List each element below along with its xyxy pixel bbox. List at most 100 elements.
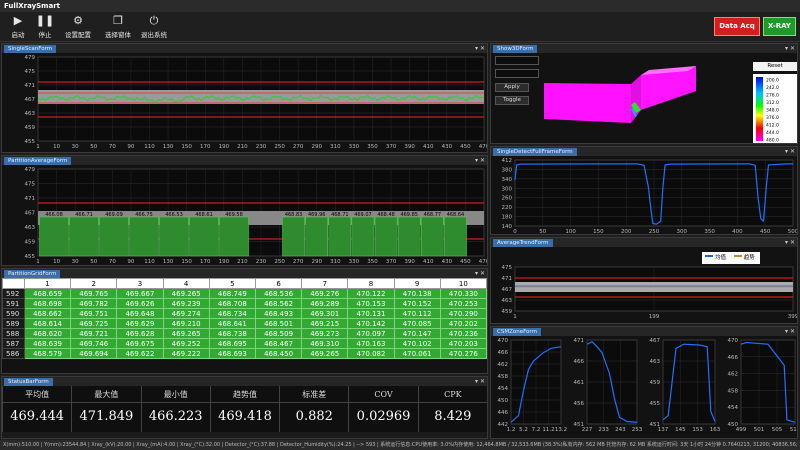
grid-column-header[interactable]: 8 bbox=[347, 278, 395, 289]
grid-cell[interactable]: 468.501 bbox=[254, 318, 303, 329]
grid-cell[interactable]: 469.746 bbox=[70, 338, 118, 349]
grid-column-header[interactable]: 2 bbox=[70, 278, 118, 289]
settings-button[interactable]: ⚙ 设置配置 bbox=[58, 13, 98, 41]
grid-cell[interactable]: 470.102 bbox=[393, 338, 441, 349]
grid-cell[interactable]: 470.276 bbox=[439, 348, 487, 359]
grid-cell[interactable]: 468.695 bbox=[208, 338, 256, 349]
grid-cell[interactable]: 469.721 bbox=[70, 328, 118, 339]
grid-cell[interactable]: 469.215 bbox=[301, 318, 349, 329]
panel-tab[interactable]: PartitionGridForm bbox=[4, 270, 61, 278]
grid-column-header[interactable]: 5 bbox=[208, 278, 256, 289]
panel-controls[interactable]: ▾ ✕ bbox=[785, 44, 795, 53]
table-row[interactable]: 586 468.579 469.694 469.622 469.222 468.693 46… bbox=[2, 348, 487, 359]
grid-cell[interactable]: 470.203 bbox=[439, 338, 487, 349]
grid-column-header[interactable]: 7 bbox=[301, 278, 349, 289]
grid-cell[interactable]: 470.085 bbox=[393, 318, 441, 329]
grid-cell[interactable]: 469.265 bbox=[301, 348, 349, 359]
grid-cell[interactable]: 468.509 bbox=[254, 328, 303, 339]
grid-cell[interactable]: 470.163 bbox=[347, 338, 395, 349]
grid-cell[interactable]: 468.708 bbox=[208, 298, 256, 309]
xray-button[interactable]: X-RAY bbox=[763, 17, 796, 36]
grid-cell[interactable]: 468.562 bbox=[254, 298, 303, 309]
grid-cell[interactable]: 469.622 bbox=[116, 348, 164, 359]
grid-cell[interactable]: 469.675 bbox=[116, 338, 164, 349]
grid-column-header[interactable]: 6 bbox=[254, 278, 303, 289]
grid-cell[interactable]: 468.614 bbox=[23, 318, 72, 329]
table-row[interactable]: 591 468.698 469.782 469.626 469.239 468.708 46… bbox=[2, 298, 487, 309]
grid-cell[interactable]: 468.693 bbox=[208, 348, 256, 359]
panel-controls[interactable]: ▾ ✕ bbox=[475, 44, 485, 53]
grid-cell[interactable]: 469.289 bbox=[301, 298, 349, 309]
grid-cell[interactable]: 470.112 bbox=[393, 308, 441, 319]
table-row[interactable]: 592 468.659 469.765 469.667 469.265 468.749 46… bbox=[2, 288, 487, 299]
grid-cell[interactable]: 468.698 bbox=[23, 298, 72, 309]
grid-cell[interactable]: 468.662 bbox=[23, 308, 72, 319]
panel-tab[interactable]: PartitionAverageForm bbox=[4, 157, 72, 165]
table-row[interactable]: 590 468.662 469.751 469.648 469.274 468.734 46… bbox=[2, 308, 487, 319]
grid-cell[interactable]: 468.659 bbox=[23, 288, 72, 299]
grid-cell[interactable]: 470.147 bbox=[393, 328, 441, 339]
grid-cell[interactable]: 470.142 bbox=[347, 318, 395, 329]
grid-cell[interactable]: 469.310 bbox=[301, 338, 349, 349]
grid-cell[interactable]: 470.290 bbox=[439, 308, 487, 319]
grid-cell[interactable]: 469.222 bbox=[162, 348, 210, 359]
grid-cell[interactable]: 470.082 bbox=[347, 348, 395, 359]
panel-controls[interactable]: ▾ ✕ bbox=[475, 156, 485, 165]
grid-cell[interactable]: 469.626 bbox=[116, 298, 164, 309]
grid-cell[interactable]: 468.639 bbox=[23, 338, 72, 349]
grid-cell[interactable]: 469.210 bbox=[162, 318, 210, 329]
grid-cell[interactable]: 469.765 bbox=[70, 288, 118, 299]
grid-cell[interactable]: 468.450 bbox=[254, 348, 303, 359]
data-grid[interactable]: 1 2 3 4 5 6 7 8 9 10 592 468.659 469.765 469.667 469.2… bbox=[2, 278, 487, 359]
grid-cell[interactable]: 469.239 bbox=[162, 298, 210, 309]
grid-cell[interactable]: 468.749 bbox=[208, 288, 256, 299]
grid-cell[interactable]: 470.152 bbox=[393, 298, 441, 309]
grid-cell[interactable]: 468.579 bbox=[23, 348, 72, 359]
grid-column-header[interactable]: 9 bbox=[393, 278, 441, 289]
grid-cell[interactable]: 469.648 bbox=[116, 308, 164, 319]
panel-controls[interactable]: ▾ ✕ bbox=[785, 327, 795, 336]
panel-tab[interactable]: SingleScanForm bbox=[4, 45, 57, 53]
table-row[interactable]: 587 468.639 469.746 469.675 469.252 468.695 46… bbox=[2, 338, 487, 349]
grid-cell[interactable]: 468.641 bbox=[208, 318, 256, 329]
exit-button[interactable]: ⏻ 退出系统 bbox=[134, 13, 174, 41]
grid-cell[interactable]: 469.265 bbox=[162, 328, 210, 339]
grid-column-header[interactable]: 3 bbox=[116, 278, 164, 289]
grid-cell[interactable]: 469.274 bbox=[162, 308, 210, 319]
grid-cell[interactable]: 469.629 bbox=[116, 318, 164, 329]
grid-cell[interactable]: 469.782 bbox=[70, 298, 118, 309]
grid-cell[interactable]: 470.131 bbox=[347, 308, 395, 319]
grid-cell[interactable]: 470.236 bbox=[439, 328, 487, 339]
panel-tab[interactable]: StatusBarForm bbox=[4, 378, 53, 386]
panel-controls[interactable]: ▾ ✕ bbox=[475, 269, 485, 278]
grid-column-header[interactable]: 4 bbox=[162, 278, 210, 289]
grid-cell[interactable]: 469.725 bbox=[70, 318, 118, 329]
panel-controls[interactable]: ▾ ✕ bbox=[475, 377, 485, 386]
grid-cell[interactable]: 468.536 bbox=[254, 288, 303, 299]
grid-cell[interactable]: 469.301 bbox=[301, 308, 349, 319]
grid-cell[interactable]: 469.276 bbox=[301, 288, 349, 299]
select-window-button[interactable]: ❐ 选择窗体 bbox=[97, 13, 139, 41]
panel-controls[interactable]: ▾ ✕ bbox=[785, 238, 795, 247]
grid-cell[interactable]: 470.138 bbox=[393, 288, 441, 299]
grid-cell[interactable]: 469.628 bbox=[116, 328, 164, 339]
grid-cell[interactable]: 468.734 bbox=[208, 308, 256, 319]
grid-cell[interactable]: 469.252 bbox=[162, 338, 210, 349]
grid-cell[interactable]: 470.202 bbox=[439, 318, 487, 329]
grid-cell[interactable]: 470.153 bbox=[347, 298, 395, 309]
grid-cell[interactable]: 469.751 bbox=[70, 308, 118, 319]
grid-cell[interactable]: 469.265 bbox=[162, 288, 210, 299]
grid-cell[interactable]: 468.620 bbox=[23, 328, 72, 339]
grid-cell[interactable]: 469.667 bbox=[116, 288, 164, 299]
grid-cell[interactable]: 470.330 bbox=[439, 288, 487, 299]
panel-tab[interactable]: AverageTrendForm bbox=[493, 239, 553, 247]
grid-cell[interactable]: 469.694 bbox=[70, 348, 118, 359]
data-acq-button[interactable]: Data Acq bbox=[714, 17, 760, 36]
grid-cell[interactable]: 470.122 bbox=[347, 288, 395, 299]
table-row[interactable]: 588 468.620 469.721 469.628 469.265 468.738 46… bbox=[2, 328, 487, 339]
grid-column-header[interactable]: 10 bbox=[439, 278, 487, 289]
grid-cell[interactable]: 468.493 bbox=[254, 308, 303, 319]
grid-cell[interactable]: 469.273 bbox=[301, 328, 349, 339]
table-row[interactable]: 589 468.614 469.725 469.629 469.210 468.641 46… bbox=[2, 318, 487, 329]
grid-cell[interactable]: 468.738 bbox=[208, 328, 256, 339]
